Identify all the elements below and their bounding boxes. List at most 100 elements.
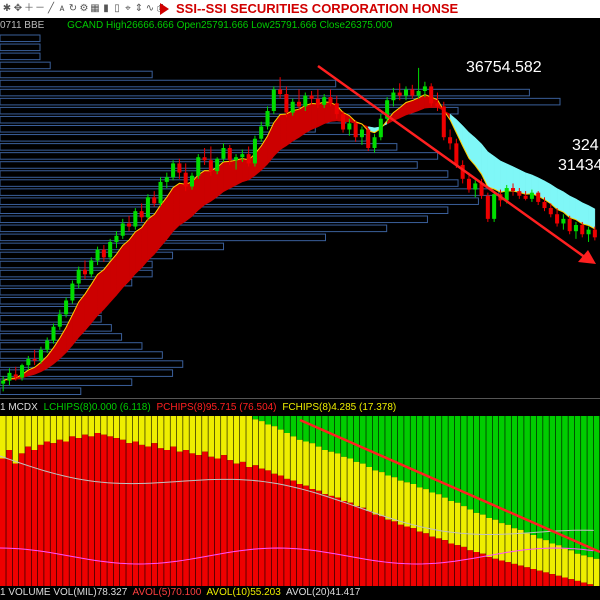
mcdx-yellow-bar: [397, 480, 404, 525]
candle-body: [114, 235, 119, 242]
candle-body: [466, 178, 471, 190]
mcdx-red-bar: [31, 450, 38, 586]
volume-profile-bar: [0, 79, 337, 88]
mcdx-green-bar: [309, 416, 316, 444]
mcdx-yellow-bar: [360, 463, 366, 508]
mcdx-red-bar: [44, 441, 50, 586]
mcdx-green-bar: [353, 416, 360, 462]
mcdx-red-bar: [113, 438, 120, 586]
candle-body: [145, 197, 150, 218]
candle-body: [529, 192, 534, 199]
volume-profile-bar: [0, 215, 428, 224]
mcdx-yellow-bar: [498, 523, 505, 561]
ma-band-segment: [311, 103, 319, 130]
mcdx-red-bar: [461, 546, 467, 586]
mcdx-yellow-bar: [252, 419, 259, 466]
mcdx-green-bar: [587, 416, 594, 558]
mcdx-red-bar: [423, 533, 429, 586]
candle-body: [397, 92, 402, 96]
mcdx-yellow-bar: [44, 416, 50, 442]
price-label-3: 31434: [558, 157, 600, 174]
candle-body: [511, 188, 516, 192]
candle-body: [536, 192, 541, 202]
mcdx-yellow-bar: [587, 557, 594, 585]
ma-band-segment: [84, 283, 92, 332]
mcdx-yellow-bar: [12, 416, 19, 464]
mcdx-red-bar: [195, 455, 202, 586]
candle-body: [70, 283, 75, 301]
mcdx-red-bar: [530, 569, 537, 586]
mcdx-yellow-bar: [189, 416, 196, 454]
candle-body: [139, 211, 144, 218]
candle-body: [296, 101, 302, 107]
candle-body: [32, 359, 37, 361]
candle-body: [152, 197, 157, 204]
ma-band-segment: [172, 182, 180, 233]
candle-body: [183, 172, 188, 187]
candle-body: [158, 181, 163, 204]
ma-band-segment: [298, 104, 306, 139]
ma-band-segment: [305, 103, 312, 134]
mcdx-red-bar: [511, 563, 518, 586]
mcdx-green-bar: [555, 416, 562, 546]
mcdx-yellow-bar: [183, 416, 189, 450]
mcdx-red-bar: [138, 444, 145, 586]
ma-band-segment: [588, 205, 596, 230]
mcdx-green-bar: [562, 416, 568, 549]
mcdx-red-bar: [555, 575, 562, 586]
ma-band-segment: [525, 172, 533, 195]
candle-body: [108, 241, 113, 258]
mcdx-yellow-bar: [404, 482, 410, 527]
ma-band-segment: [279, 113, 287, 151]
mcdx-yellow-bar: [385, 475, 391, 520]
mcdx-red-bar: [170, 446, 177, 586]
mcdx-yellow-bar: [378, 472, 385, 517]
volume-profile-bar: [0, 88, 530, 97]
mcdx-red-bar: [385, 519, 391, 586]
mcdx-red-bar: [505, 562, 511, 586]
price-chart[interactable]: [0, 0, 600, 600]
ma-band-segment: [235, 158, 243, 186]
ma-band-segment: [185, 181, 193, 222]
candle-body: [341, 114, 346, 130]
mcdx-yellow-bar: [454, 502, 461, 546]
mcdx-yellow-bar: [56, 416, 63, 440]
mcdx-yellow-bar: [18, 416, 25, 454]
mcdx-red-bar: [69, 436, 76, 586]
trend-arrow-head: [578, 250, 596, 264]
candle-body: [410, 89, 415, 96]
candle-body: [265, 111, 270, 127]
mcdx-yellow-bar: [195, 416, 202, 456]
mcdx-red-bar: [574, 580, 581, 586]
ma-band-segment: [122, 239, 130, 289]
candle-body: [592, 229, 597, 238]
candle-body: [573, 225, 578, 232]
volume-profile-bar: [0, 161, 418, 169]
mcdx-green-bar: [397, 416, 404, 481]
candle-body: [271, 89, 276, 112]
candle-body: [221, 147, 226, 159]
mcdx-yellow-bar: [328, 451, 335, 496]
volume-profile-bar: [0, 188, 500, 196]
mcdx-red-bar: [240, 461, 246, 586]
candle-body: [309, 95, 314, 99]
mcdx-yellow-bar: [214, 416, 221, 459]
mcdx-yellow-bar: [75, 416, 82, 439]
mcdx-yellow-bar: [435, 494, 442, 539]
mcdx-red-bar: [18, 453, 25, 586]
mcdx-green-bar: [366, 416, 373, 467]
mcdx-red-bar: [164, 450, 170, 586]
mcdx-yellow-bar: [410, 484, 417, 529]
mcdx-yellow-bar: [240, 416, 246, 462]
ma-band-segment: [210, 166, 218, 202]
mcdx-green-bar: [315, 416, 322, 447]
mcdx-red-bar: [353, 506, 360, 586]
mcdx-green-bar: [341, 416, 347, 457]
candle-body: [26, 359, 31, 366]
volume-profile-bar: [0, 34, 41, 43]
candle-body: [435, 103, 440, 107]
mcdx-yellow-bar: [366, 467, 373, 512]
mcdx-yellow-bar: [113, 416, 120, 439]
ma-band-segment: [91, 273, 98, 325]
volume-profile-bar: [0, 52, 41, 61]
